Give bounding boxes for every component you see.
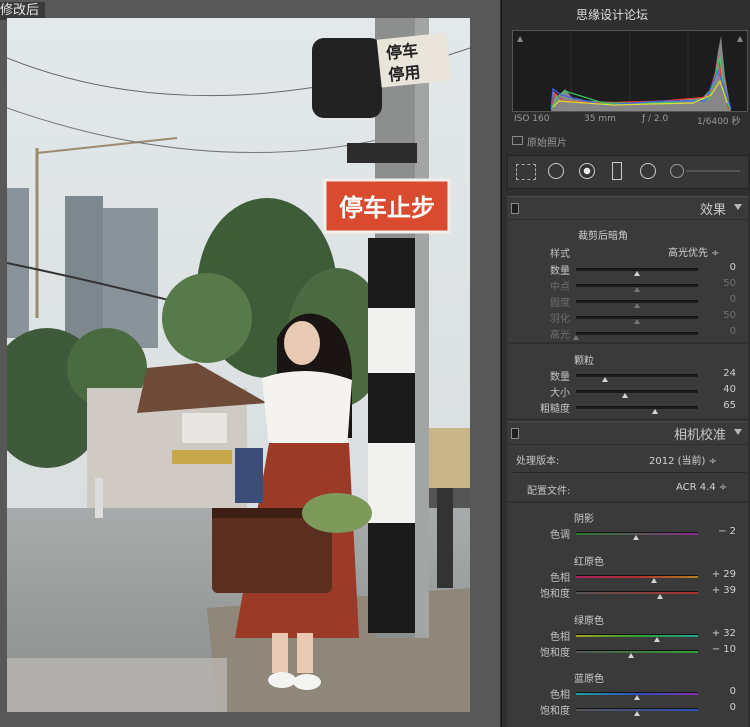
slider-value[interactable]: 40 <box>706 384 736 395</box>
grain-title: 颗粒 <box>574 356 594 367</box>
histogram-graph <box>513 31 747 111</box>
slider-thumb[interactable] <box>651 578 658 583</box>
slider-thumb[interactable] <box>634 287 640 292</box>
original-photo-checkbox[interactable] <box>512 136 523 145</box>
slider-value[interactable]: 65 <box>706 400 736 411</box>
profile-label: 配置文件: <box>527 486 571 497</box>
slider-value[interactable]: + 32 <box>706 628 736 639</box>
slider-value[interactable]: + 39 <box>706 585 736 596</box>
hist-shutter: 1/6400 秒 <box>697 117 741 127</box>
slider-track[interactable] <box>576 406 698 409</box>
slider-track[interactable] <box>576 591 698 594</box>
slider-label: 色相 <box>550 632 570 643</box>
slider-label: 圆度 <box>550 298 570 309</box>
big-sign-text: 停车止步 <box>339 194 435 222</box>
brush-slider[interactable] <box>686 170 740 172</box>
watermark-text: 思缘设计论坛 <box>576 8 649 22</box>
slider-thumb[interactable] <box>634 711 640 716</box>
slider-value[interactable]: 0 <box>706 686 736 697</box>
shadow-clip-icon[interactable]: ▲ <box>517 34 523 43</box>
style-select[interactable]: 高光优先 ÷ <box>668 244 720 259</box>
slider-label: 数量 <box>550 372 570 383</box>
slider-label: 数量 <box>550 266 570 277</box>
collapse-icon[interactable] <box>734 429 742 435</box>
radial-filter-icon[interactable] <box>640 163 656 179</box>
green-primary-title: 绿原色 <box>574 616 604 627</box>
slider-track[interactable] <box>576 575 698 578</box>
slider-label: 色相 <box>550 690 570 701</box>
spot-removal-icon[interactable] <box>548 163 564 179</box>
slider-label: 中点 <box>550 282 570 293</box>
highlight-clip-icon[interactable]: ▲ <box>737 34 743 43</box>
divider <box>513 472 746 473</box>
slider-value[interactable]: 50 <box>706 310 736 321</box>
slider-value[interactable]: 0 <box>706 702 736 713</box>
effects-title: 效果 <box>699 203 726 218</box>
brush-icon[interactable] <box>670 164 684 178</box>
slider-thumb[interactable] <box>653 637 660 642</box>
slider-label: 饱和度 <box>540 706 570 717</box>
slider-thumb[interactable] <box>652 409 659 414</box>
slider-thumb[interactable] <box>634 319 640 324</box>
slider-thumb[interactable] <box>634 303 640 308</box>
slider-thumb[interactable] <box>657 594 664 599</box>
slider-thumb[interactable] <box>632 535 639 540</box>
photo[interactable]: 停车 停用 停车止步 <box>7 18 470 712</box>
profile-select[interactable]: ACR 4.4 ÷ <box>676 482 727 493</box>
slider-thumb[interactable] <box>627 653 634 658</box>
red-eye-icon[interactable] <box>579 163 595 179</box>
tool-strip <box>507 155 749 189</box>
hist-focal: 35 mm <box>584 114 616 124</box>
hist-iso: ISO 160 <box>514 114 550 124</box>
camera-title: 相机校准 <box>673 428 726 443</box>
slider-thumb[interactable] <box>602 377 609 382</box>
slider-track[interactable] <box>576 374 698 377</box>
vignette-title: 裁剪后暗角 <box>578 231 628 242</box>
slider-thumb[interactable] <box>634 271 640 276</box>
effects-toggle[interactable] <box>511 203 519 214</box>
camera-calibration-header[interactable]: 相机校准 <box>507 421 748 444</box>
slider-value[interactable]: 0 <box>706 294 736 305</box>
slider-thumb[interactable] <box>621 393 628 398</box>
slider-value[interactable]: 0 <box>706 262 736 273</box>
slider-track[interactable] <box>576 390 698 393</box>
slider-label: 高光 <box>550 330 570 341</box>
slider-label: 羽化 <box>550 314 570 325</box>
slider-label: 色调 <box>550 530 570 541</box>
collapse-icon[interactable] <box>734 204 742 210</box>
slider-value[interactable]: 0 <box>706 326 736 337</box>
slider-label: 大小 <box>550 388 570 399</box>
process-label: 处理版本: <box>516 456 560 467</box>
slider-thumb[interactable] <box>634 695 640 700</box>
effects-header[interactable]: 效果 <box>507 196 748 219</box>
slider-label: 色相 <box>550 573 570 584</box>
slider-thumb[interactable] <box>573 335 579 340</box>
blue-primary-title: 蓝原色 <box>574 674 604 685</box>
hist-aperture: ƒ / 2.0 <box>642 114 669 124</box>
slider-label: 饱和度 <box>540 589 570 600</box>
crop-overlay-icon[interactable] <box>516 164 536 180</box>
process-select[interactable]: 2012 (当前) ÷ <box>649 452 717 467</box>
red-primary-title: 红原色 <box>574 557 604 568</box>
slider-value[interactable]: − 2 <box>706 526 736 537</box>
camera-toggle[interactable] <box>511 428 519 439</box>
slider-track[interactable] <box>576 634 698 637</box>
slider-track[interactable] <box>576 650 698 653</box>
original-photo-label: 原始照片 <box>527 138 567 149</box>
slider-value[interactable]: − 10 <box>706 644 736 655</box>
histogram[interactable]: ▲ ▲ <box>512 30 748 112</box>
slider-value[interactable]: 50 <box>706 278 736 289</box>
slider-track[interactable] <box>576 332 698 335</box>
small-sign-text-1: 停车 <box>385 41 419 63</box>
slider-value[interactable]: 24 <box>706 368 736 379</box>
graduated-filter-icon[interactable] <box>612 162 622 180</box>
style-label: 样式 <box>550 249 570 260</box>
photo-illustration: 停车 停用 停车止步 <box>7 18 470 712</box>
small-sign-text-2: 停用 <box>387 62 421 84</box>
photo-preview-area: 修改后 停车 停用 停车止步 <box>0 0 500 727</box>
slider-label: 粗糙度 <box>540 404 570 415</box>
slider-value[interactable]: + 29 <box>706 569 736 580</box>
slider-label: 饱和度 <box>540 648 570 659</box>
shadows-title: 阴影 <box>574 514 594 525</box>
